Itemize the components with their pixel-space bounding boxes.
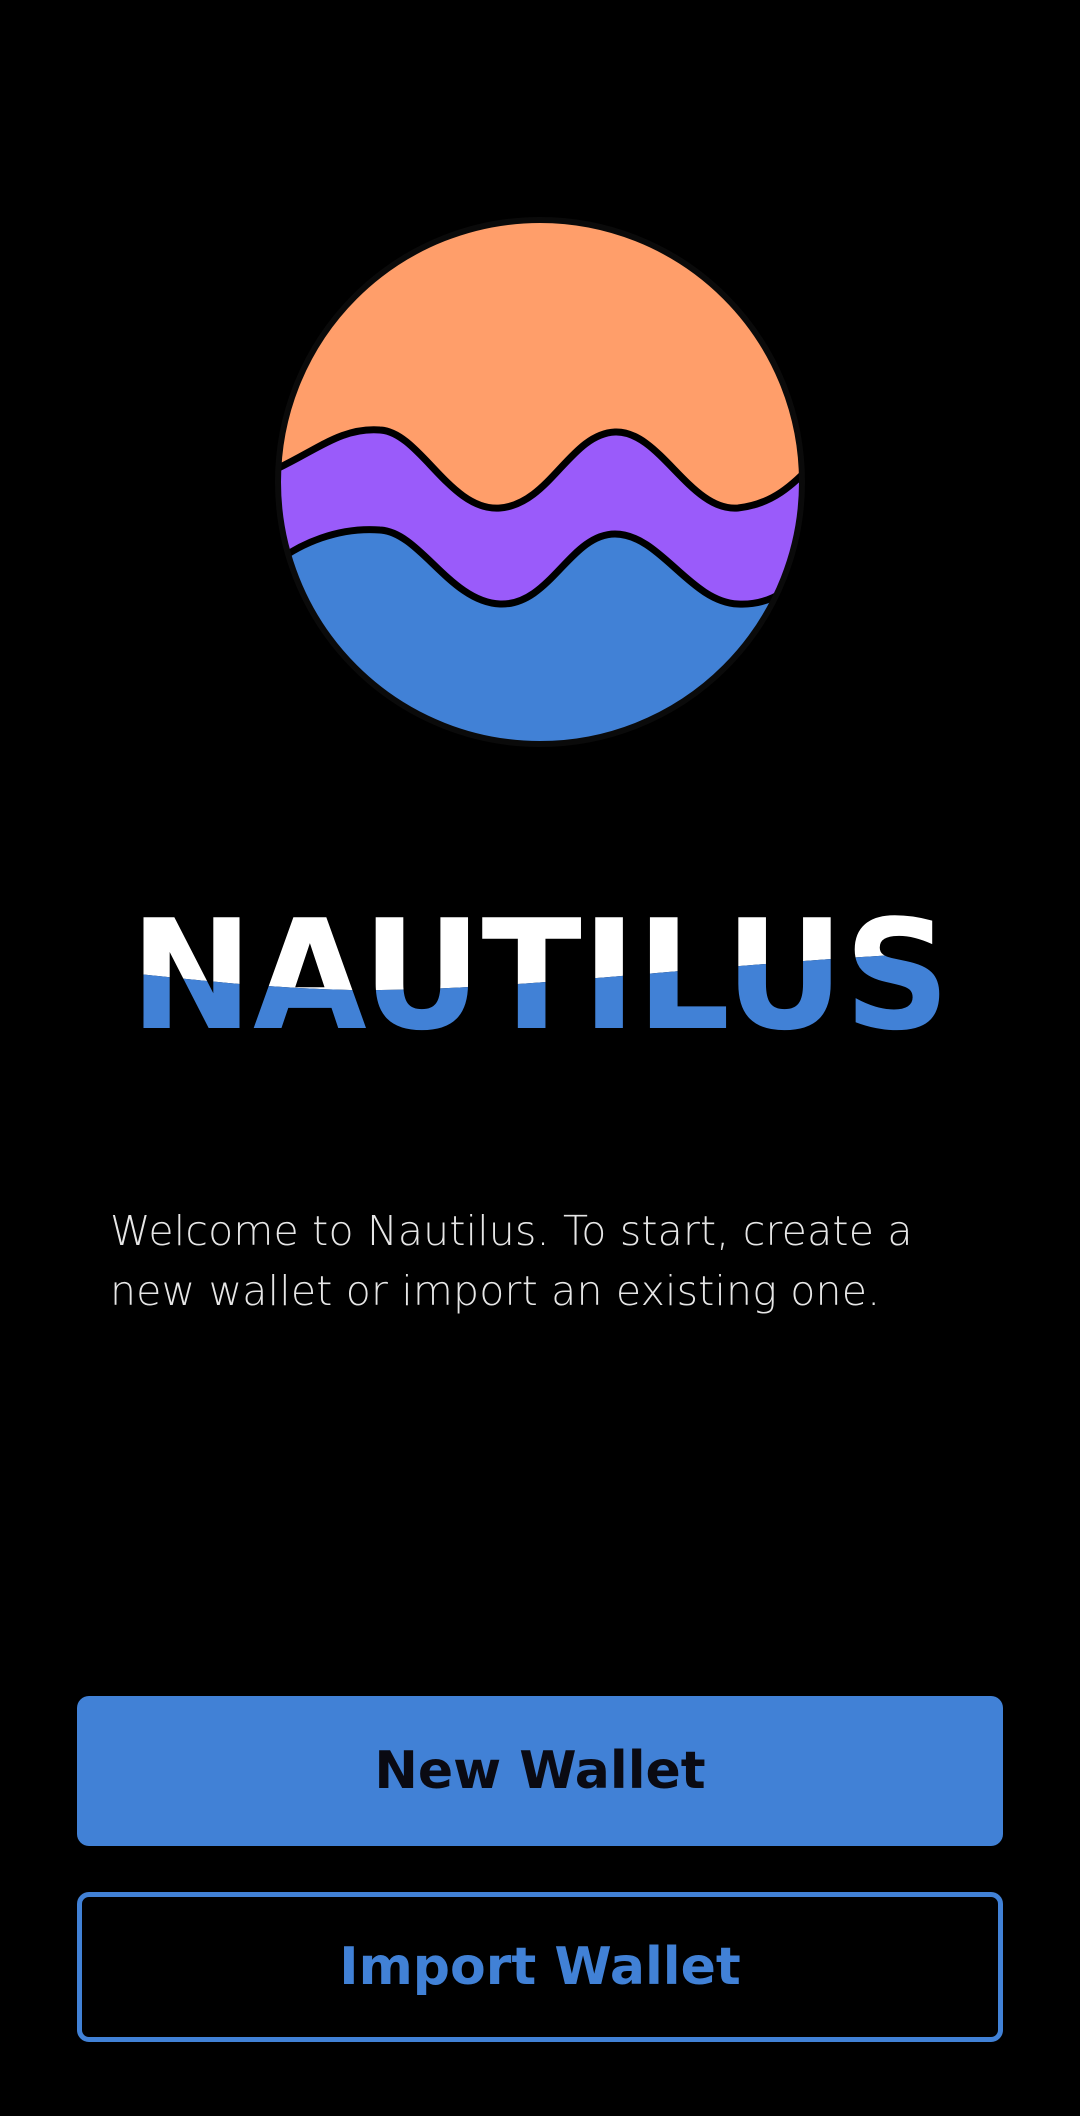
- new-wallet-label: New Wallet: [374, 1741, 706, 1801]
- import-wallet-button[interactable]: Import Wallet: [77, 1892, 1003, 2042]
- welcome-message: Welcome to Nautilus. To start, create a …: [110, 1207, 913, 1315]
- nautilus-wordmark: NAUTILUS NAUTILUS: [120, 880, 960, 1040]
- new-wallet-button[interactable]: New Wallet: [77, 1696, 1003, 1846]
- import-wallet-label: Import Wallet: [339, 1937, 741, 1997]
- nautilus-logo-icon: [270, 212, 810, 752]
